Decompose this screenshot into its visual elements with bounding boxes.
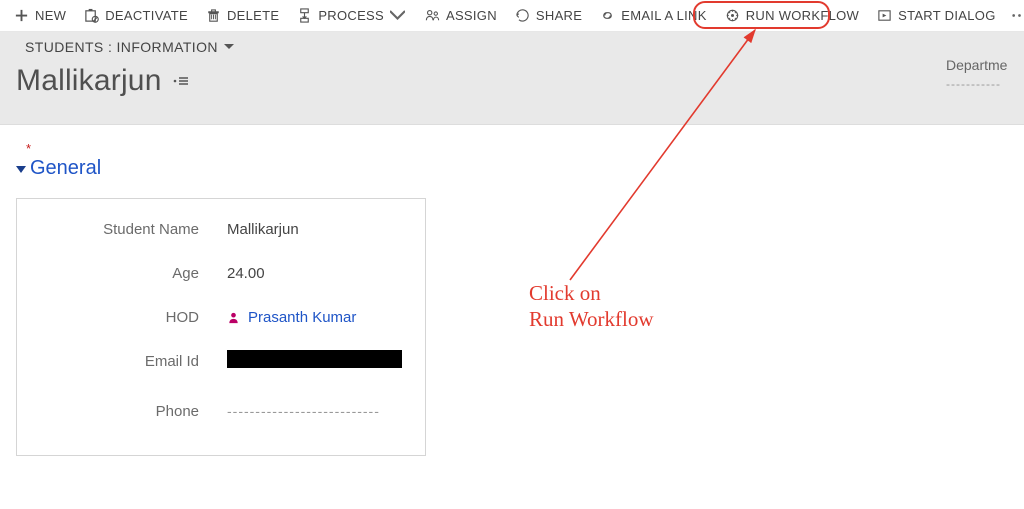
section-title: General (30, 157, 101, 180)
section-toggle-general[interactable]: General (16, 157, 1000, 180)
plus-icon (14, 8, 29, 23)
required-marker: * (26, 141, 31, 156)
email-link-button[interactable]: EMAIL A LINK (592, 4, 715, 27)
header-summary-field: Departme ----------- (946, 57, 1024, 91)
command-bar: NEW DEACTIVATE DELETE PROCESS ASSIGN SHA… (0, 0, 1024, 32)
phone-label: Phone (27, 403, 227, 420)
chevron-down-icon (390, 8, 405, 23)
start-dialog-button[interactable]: START DIALOG (869, 4, 1004, 27)
run-workflow-button[interactable]: RUN WORKFLOW (717, 4, 867, 27)
hod-lookup-link[interactable]: Prasanth Kumar (248, 309, 356, 326)
entity-breadcrumb[interactable]: STUDENTS : INFORMATION (16, 34, 243, 60)
form-selector-button[interactable] (172, 75, 190, 87)
deactivate-button[interactable]: DEACTIVATE (76, 4, 196, 27)
share-icon (515, 8, 530, 23)
deactivate-icon (84, 8, 99, 23)
form-area: * General Student Name Mallikarjun Age 2… (0, 125, 1024, 456)
dialog-icon (877, 8, 892, 23)
summary-field-value: ----------- (946, 77, 1024, 91)
phone-value[interactable]: --------------------------- (227, 403, 380, 419)
new-label: NEW (35, 8, 66, 23)
general-panel: Student Name Mallikarjun Age 24.00 HOD P… (16, 198, 426, 456)
assign-button[interactable]: ASSIGN (417, 4, 505, 27)
run-workflow-label: RUN WORKFLOW (746, 8, 859, 23)
trash-icon (206, 8, 221, 23)
summary-field-label: Departme (946, 57, 1024, 73)
share-button[interactable]: SHARE (507, 4, 590, 27)
assign-label: ASSIGN (446, 8, 497, 23)
hod-value[interactable]: Prasanth Kumar (227, 309, 356, 326)
breadcrumb-label: STUDENTS : INFORMATION (25, 39, 218, 55)
process-button[interactable]: PROCESS (289, 4, 413, 27)
email-link-label: EMAIL A LINK (621, 8, 707, 23)
collapse-icon (16, 166, 26, 173)
start-dialog-label: START DIALOG (898, 8, 996, 23)
student-name-value[interactable]: Mallikarjun (227, 221, 299, 238)
process-icon (297, 8, 312, 23)
deactivate-label: DEACTIVATE (105, 8, 188, 23)
delete-button[interactable]: DELETE (198, 4, 287, 27)
age-value[interactable]: 24.00 (227, 265, 265, 282)
delete-label: DELETE (227, 8, 279, 23)
email-value[interactable] (227, 350, 402, 372)
person-icon (227, 311, 240, 324)
hod-label: HOD (27, 309, 227, 326)
overflow-button[interactable] (1006, 4, 1024, 27)
record-title: Mallikarjun (16, 64, 162, 98)
ellipsis-icon (1012, 8, 1024, 23)
redacted-email (227, 350, 402, 368)
new-button[interactable]: NEW (6, 4, 74, 27)
email-label: Email Id (27, 353, 227, 370)
record-header: STUDENTS : INFORMATION Mallikarjun Depar… (0, 32, 1024, 125)
age-label: Age (27, 265, 227, 282)
link-icon (600, 8, 615, 23)
process-label: PROCESS (318, 8, 384, 23)
student-name-label: Student Name (27, 221, 227, 238)
workflow-icon (725, 8, 740, 23)
share-label: SHARE (536, 8, 582, 23)
assign-icon (425, 8, 440, 23)
chevron-down-icon (224, 44, 234, 50)
